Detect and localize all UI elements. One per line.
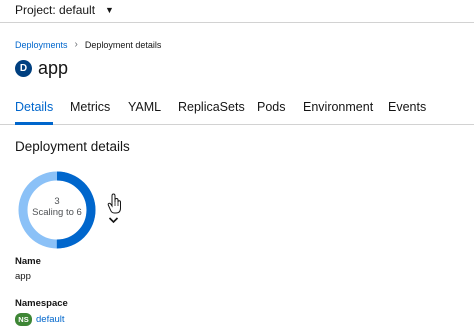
tab-pods[interactable]: Pods — [257, 100, 286, 114]
active-tab-indicator — [15, 122, 53, 125]
breadcrumb-deployments-link[interactable]: Deployments — [15, 40, 68, 50]
page-title: app — [38, 58, 69, 78]
breadcrumb: Deployments › Deployment details — [15, 39, 161, 50]
caret-down-icon: ▼ — [105, 5, 114, 15]
namespace-label: Namespace — [15, 298, 68, 309]
pod-ring-center: 3 Scaling to 6 — [18, 196, 96, 218]
tab-bar: Details Metrics YAML ReplicaSets Pods En… — [0, 96, 474, 125]
tab-replicasets[interactable]: ReplicaSets — [178, 100, 245, 114]
tab-details[interactable]: Details — [15, 100, 53, 114]
pod-count: 3 — [54, 196, 60, 207]
deployment-badge: D — [15, 60, 32, 77]
namespace-value: NS default — [15, 313, 65, 326]
breadcrumb-current: Deployment details — [84, 39, 162, 50]
tab-metrics[interactable]: Metrics — [70, 100, 110, 114]
tab-yaml[interactable]: YAML — [128, 100, 161, 114]
pod-status-text: Scaling to 6 — [32, 207, 82, 218]
section-title: Deployment details — [15, 139, 130, 154]
chevron-down-icon[interactable] — [108, 216, 119, 224]
project-selector[interactable]: Project: default ▼ — [15, 3, 114, 17]
tab-events[interactable]: Events — [388, 100, 426, 114]
chevron-right-icon: › — [74, 39, 78, 50]
project-label: Project: default — [15, 3, 96, 17]
hand-cursor-icon — [107, 193, 121, 214]
namespace-badge: NS — [15, 313, 32, 326]
namespace-link[interactable]: default — [36, 314, 65, 325]
name-value: app — [15, 271, 31, 282]
page-header: D app — [15, 58, 68, 79]
name-label: Name — [15, 256, 41, 267]
top-bar: Project: default ▼ — [0, 0, 474, 23]
tab-environment[interactable]: Environment — [303, 100, 373, 114]
